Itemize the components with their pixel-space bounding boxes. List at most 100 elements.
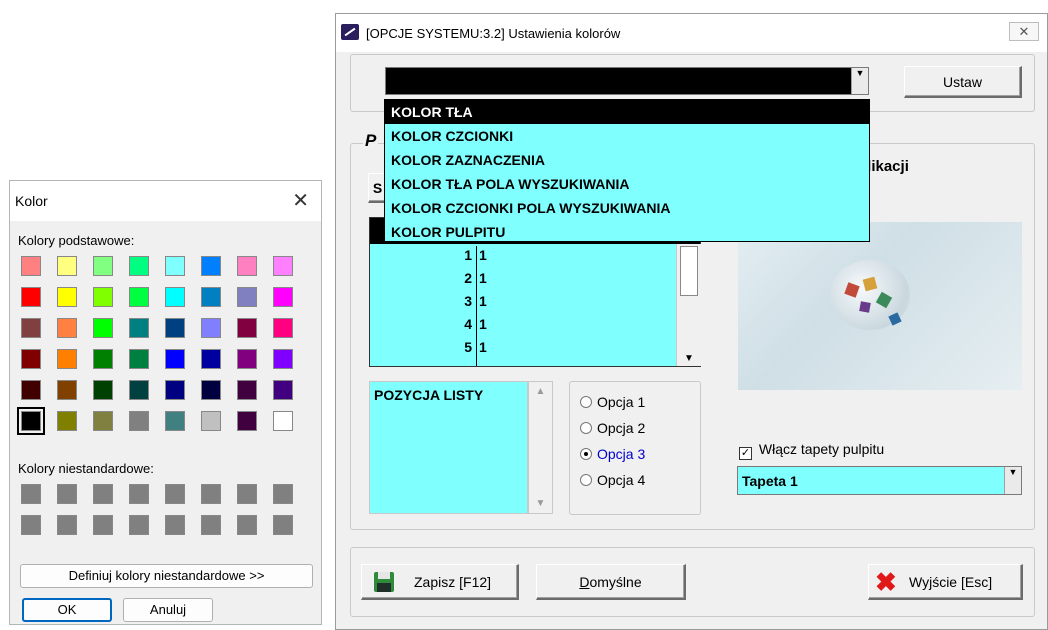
color-swatch[interactable] bbox=[93, 349, 113, 369]
set-button[interactable]: Ustaw bbox=[904, 66, 1022, 98]
color-swatch[interactable] bbox=[57, 287, 77, 307]
color-swatch[interactable] bbox=[237, 349, 257, 369]
color-swatch[interactable] bbox=[57, 411, 77, 431]
color-swatch[interactable] bbox=[237, 318, 257, 338]
custom-color-swatch[interactable] bbox=[201, 515, 221, 535]
color-swatch[interactable] bbox=[17, 407, 45, 435]
color-swatch[interactable] bbox=[129, 256, 149, 276]
custom-color-swatch[interactable] bbox=[93, 515, 113, 535]
color-swatch[interactable] bbox=[21, 380, 41, 400]
chevron-down-icon[interactable]: ▼ bbox=[529, 498, 552, 509]
table-row[interactable]: 21 bbox=[370, 270, 675, 291]
color-swatch[interactable] bbox=[165, 380, 185, 400]
cancel-button[interactable]: Anuluj bbox=[123, 598, 213, 622]
color-swatch[interactable] bbox=[57, 318, 77, 338]
color-swatch[interactable] bbox=[237, 411, 257, 431]
color-swatch[interactable] bbox=[93, 411, 113, 431]
radio-circle-icon[interactable] bbox=[580, 396, 592, 408]
color-swatch[interactable] bbox=[165, 318, 185, 338]
color-swatch[interactable] bbox=[21, 287, 41, 307]
dropdown-option[interactable]: KOLOR ZAZNACZENIA bbox=[391, 148, 545, 172]
custom-color-swatch[interactable] bbox=[93, 484, 113, 504]
radio-circle-icon[interactable] bbox=[580, 448, 592, 460]
grid-scrollbar[interactable]: ▼ bbox=[676, 244, 701, 366]
radio-circle-icon[interactable] bbox=[580, 474, 592, 486]
main-window-titlebar[interactable]: [OPCJE SYSTEMU:3.2] Ustawienia kolorów ✕ bbox=[336, 14, 1047, 52]
color-swatch[interactable] bbox=[237, 256, 257, 276]
dropdown-option[interactable]: KOLOR TŁA POLA WYSZUKIWANIA bbox=[391, 172, 630, 196]
color-swatch[interactable] bbox=[21, 318, 41, 338]
radio-option[interactable]: Opcja 4 bbox=[580, 472, 645, 490]
color-swatch[interactable] bbox=[273, 318, 293, 338]
color-swatch[interactable] bbox=[129, 287, 149, 307]
color-swatch[interactable] bbox=[237, 380, 257, 400]
color-swatch[interactable] bbox=[201, 256, 221, 276]
color-swatch[interactable] bbox=[273, 411, 293, 431]
list-item[interactable]: POZYCJA LISTY bbox=[374, 387, 483, 403]
color-swatch[interactable] bbox=[201, 411, 221, 431]
wallpaper-checkbox[interactable]: ✓ Włącz tapety pulpitu bbox=[739, 441, 884, 460]
color-swatch[interactable] bbox=[129, 318, 149, 338]
color-swatch[interactable] bbox=[93, 256, 113, 276]
radio-circle-icon[interactable] bbox=[580, 422, 592, 434]
close-icon[interactable]: ✕ bbox=[292, 188, 309, 213]
color-swatch[interactable] bbox=[93, 287, 113, 307]
radio-option[interactable]: Opcja 2 bbox=[580, 420, 645, 438]
color-dialog-titlebar[interactable]: Kolor ✕ bbox=[10, 181, 321, 221]
color-swatch[interactable] bbox=[201, 349, 221, 369]
ok-button[interactable]: OK bbox=[22, 598, 112, 622]
exit-button[interactable]: ✖ Wyjście [Esc] bbox=[868, 564, 1023, 600]
custom-color-swatch[interactable] bbox=[273, 484, 293, 504]
table-row[interactable]: 31 bbox=[370, 293, 675, 314]
color-swatch[interactable] bbox=[165, 287, 185, 307]
color-swatch[interactable] bbox=[273, 380, 293, 400]
color-swatch[interactable] bbox=[201, 287, 221, 307]
color-swatch[interactable] bbox=[273, 256, 293, 276]
close-icon[interactable]: ✕ bbox=[1009, 22, 1039, 41]
color-swatch[interactable] bbox=[165, 256, 185, 276]
color-swatch[interactable] bbox=[57, 349, 77, 369]
color-swatch[interactable] bbox=[129, 380, 149, 400]
grid-scroll-thumb[interactable] bbox=[680, 246, 698, 296]
custom-color-swatch[interactable] bbox=[165, 484, 185, 504]
wallpaper-select[interactable]: Tapeta 1 ▼ bbox=[737, 466, 1022, 495]
color-swatch[interactable] bbox=[21, 256, 41, 276]
custom-color-swatch[interactable] bbox=[21, 515, 41, 535]
custom-color-swatch[interactable] bbox=[201, 484, 221, 504]
dropdown-option[interactable]: KOLOR CZCIONKI POLA WYSZUKIWANIA bbox=[391, 196, 670, 220]
color-swatch[interactable] bbox=[129, 411, 149, 431]
color-swatch[interactable] bbox=[93, 380, 113, 400]
custom-color-swatch[interactable] bbox=[129, 484, 149, 504]
custom-color-swatch[interactable] bbox=[57, 515, 77, 535]
color-swatch[interactable] bbox=[165, 349, 185, 369]
color-swatch[interactable] bbox=[57, 380, 77, 400]
color-swatch[interactable] bbox=[93, 318, 113, 338]
color-swatch[interactable] bbox=[165, 411, 185, 431]
listbox-scrollbar[interactable]: ▲ ▼ bbox=[528, 381, 553, 514]
chevron-down-icon[interactable]: ▼ bbox=[677, 353, 701, 364]
radio-option[interactable]: Opcja 3 bbox=[580, 446, 645, 464]
custom-color-swatch[interactable] bbox=[165, 515, 185, 535]
save-button[interactable]: Zapisz [F12] bbox=[361, 564, 519, 600]
table-row[interactable]: 41 bbox=[370, 316, 675, 337]
color-swatch[interactable] bbox=[129, 349, 149, 369]
dropdown-option[interactable]: KOLOR CZCIONKI bbox=[391, 124, 513, 148]
color-swatch[interactable] bbox=[237, 287, 257, 307]
dropdown-option[interactable]: KOLOR TŁA bbox=[385, 100, 869, 124]
table-row[interactable]: 11 bbox=[370, 247, 675, 268]
custom-color-swatch[interactable] bbox=[57, 484, 77, 504]
color-swatch[interactable] bbox=[201, 318, 221, 338]
preview-listbox[interactable]: POZYCJA LISTY bbox=[369, 381, 528, 514]
custom-color-swatch[interactable] bbox=[273, 515, 293, 535]
color-swatch[interactable] bbox=[273, 349, 293, 369]
custom-color-swatch[interactable] bbox=[237, 484, 257, 504]
radio-option[interactable]: Opcja 1 bbox=[580, 394, 645, 412]
color-target-combo[interactable]: ▼ bbox=[385, 67, 869, 95]
defaults-button[interactable]: Domyślne bbox=[536, 564, 686, 600]
table-row[interactable]: 51 bbox=[370, 339, 675, 360]
color-swatch[interactable] bbox=[273, 287, 293, 307]
dropdown-option[interactable]: KOLOR PULPITU bbox=[391, 220, 505, 244]
checkbox-checked-icon[interactable]: ✓ bbox=[739, 447, 752, 460]
custom-color-swatch[interactable] bbox=[237, 515, 257, 535]
color-swatch[interactable] bbox=[57, 256, 77, 276]
